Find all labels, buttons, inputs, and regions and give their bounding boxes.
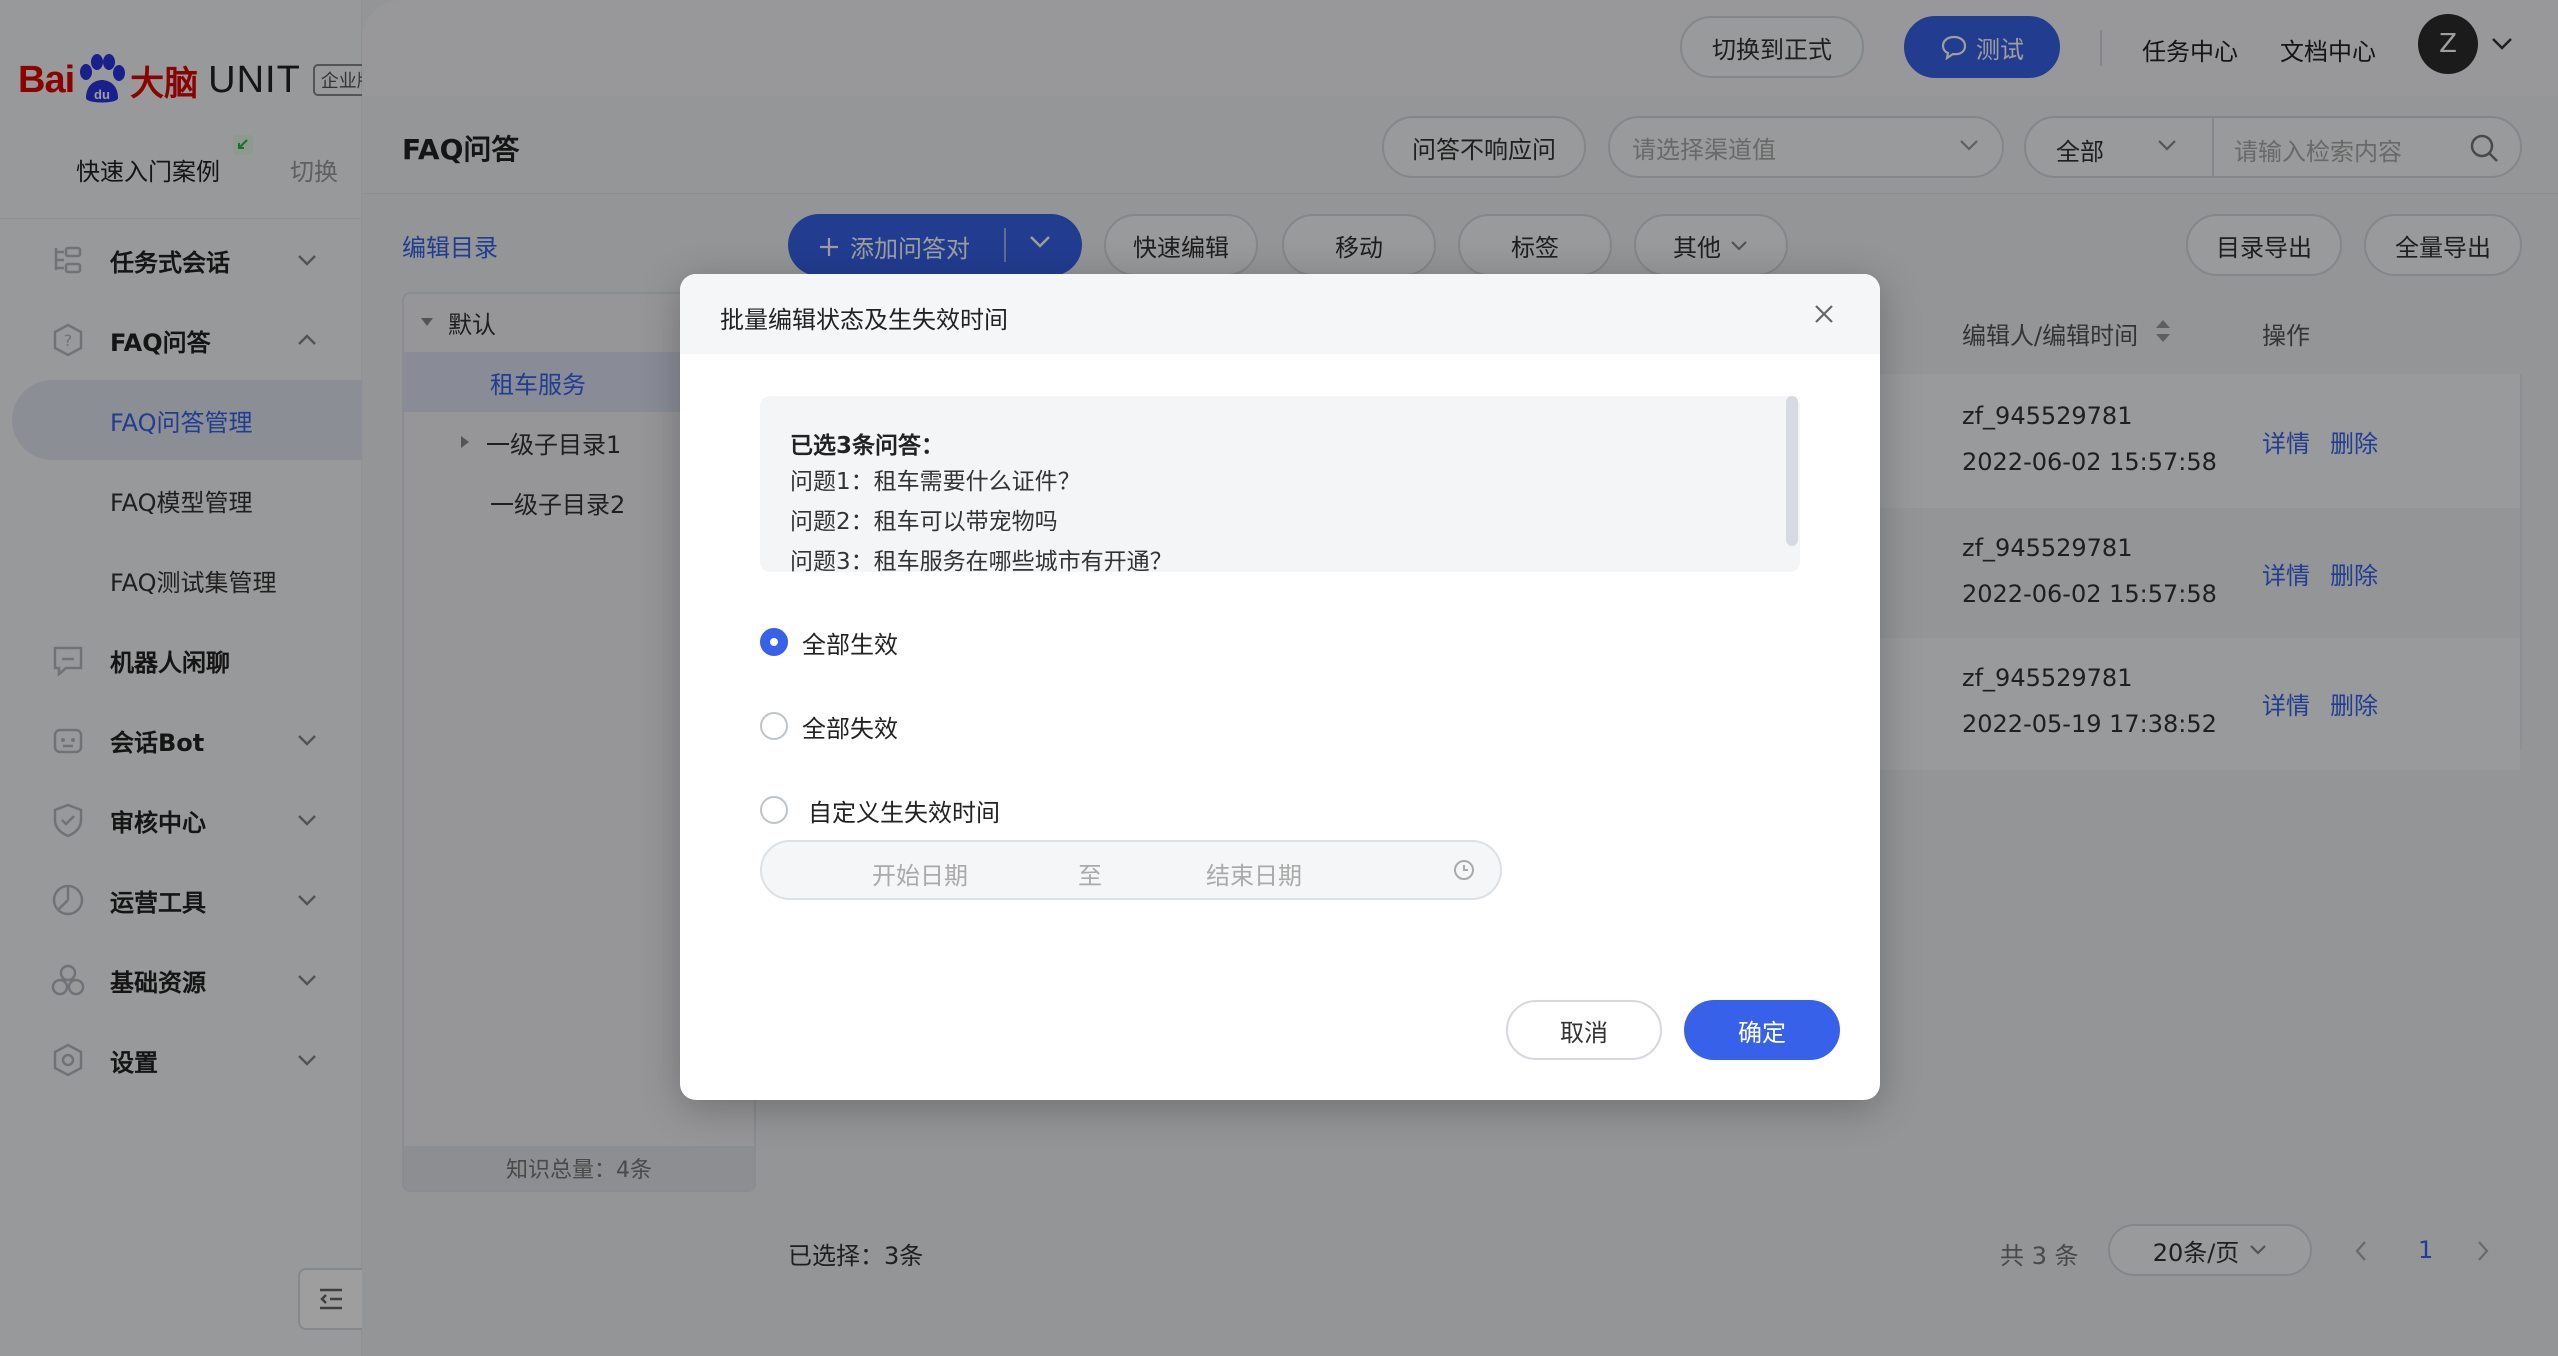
scrollbar[interactable] bbox=[1786, 396, 1798, 546]
selected-question: 问题1：租车需要什么证件？ bbox=[790, 469, 1081, 495]
option-all-inactive[interactable]: 全部失效 bbox=[760, 706, 898, 746]
selected-question: 问题3：租车服务在哪些城市有开通？ bbox=[790, 549, 1173, 575]
radio-unselected[interactable] bbox=[760, 796, 788, 824]
end-date-input[interactable]: 结束日期 bbox=[1206, 856, 1302, 891]
start-date-input[interactable]: 开始日期 bbox=[872, 856, 968, 891]
option-custom-time[interactable]: 自定义生失效时间 bbox=[760, 790, 1000, 830]
cancel-button[interactable]: 取消 bbox=[1506, 1000, 1662, 1060]
modal-title: 批量编辑状态及生失效时间 bbox=[720, 306, 1008, 334]
selected-question: 问题2：租车可以带宠物吗 bbox=[790, 509, 1058, 535]
option-label: 全部失效 bbox=[802, 714, 898, 743]
batch-edit-modal: 批量编辑状态及生失效时间 已选3条问答： 问题1：租车需要什么证件？ 问题2：租… bbox=[680, 274, 1880, 1100]
confirm-button[interactable]: 确定 bbox=[1684, 1000, 1840, 1060]
clock-icon bbox=[1452, 858, 1476, 882]
selected-questions-heading: 已选3条问答： bbox=[790, 433, 945, 459]
date-range-separator: 至 bbox=[1078, 862, 1102, 890]
radio-selected[interactable] bbox=[760, 628, 788, 656]
option-label: 全部生效 bbox=[802, 630, 898, 659]
option-all-active[interactable]: 全部生效 bbox=[760, 622, 898, 662]
option-label: 自定义生失效时间 bbox=[808, 798, 1000, 827]
radio-unselected[interactable] bbox=[760, 712, 788, 740]
close-icon[interactable] bbox=[1812, 302, 1836, 326]
date-range-picker[interactable]: 开始日期 至 结束日期 bbox=[760, 840, 1502, 900]
